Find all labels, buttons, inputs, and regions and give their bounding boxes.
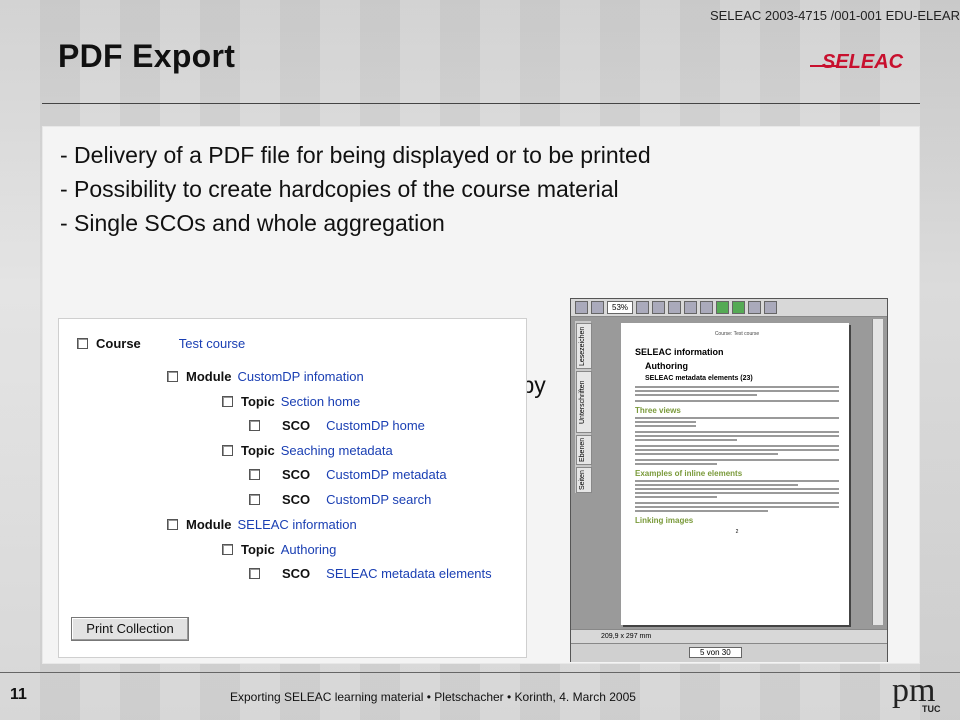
tree-row[interactable]: SCO SELEAC metadata elements xyxy=(249,564,492,582)
tree-item-link[interactable]: CustomDP metadata xyxy=(326,467,446,482)
next-page-icon[interactable] xyxy=(684,301,698,314)
page-running-head: Course: Test course xyxy=(714,331,760,337)
continuous-icon[interactable] xyxy=(764,301,778,314)
tree-item-link[interactable]: Authoring xyxy=(281,542,337,557)
checkbox[interactable] xyxy=(167,518,178,530)
bullet-item: - Delivery of a PDF file for being displ… xyxy=(60,142,651,168)
tree-row[interactable]: Topic Seaching metadata xyxy=(222,441,393,459)
checkbox[interactable] xyxy=(249,567,260,579)
footer-text: Exporting SELEAC learning material • Ple… xyxy=(230,690,636,704)
tree-row[interactable]: SCO CustomDP metadata xyxy=(249,465,447,483)
tree-item-link[interactable]: CustomDP home xyxy=(326,418,425,433)
tree-item-link[interactable]: Seaching metadata xyxy=(281,443,393,458)
page-text-lines xyxy=(635,417,839,465)
tree-kind: SCO xyxy=(282,466,311,482)
tree-kind: Module xyxy=(186,516,232,532)
tree-item-link[interactable]: CustomDP infomation xyxy=(238,369,364,384)
slide-number: 11 xyxy=(10,686,27,703)
page-section-heading: Examples of inline elements xyxy=(635,469,743,478)
tree-row[interactable]: Topic Section home xyxy=(222,392,360,410)
checkbox[interactable] xyxy=(249,493,260,505)
vertical-scrollbar[interactable] xyxy=(872,319,883,625)
checkbox[interactable] xyxy=(222,444,233,456)
tree-item-link[interactable]: CustomDP search xyxy=(326,492,431,507)
tree-kind: Topic xyxy=(241,393,275,409)
pdf-status-bar: 209,9 x 297 mm xyxy=(571,629,887,644)
page-number: 2 xyxy=(735,529,739,535)
single-page-icon[interactable] xyxy=(748,301,762,314)
checkbox[interactable] xyxy=(222,543,233,555)
tab-bookmarks[interactable]: Lesezeichen xyxy=(576,323,592,369)
tree-kind: Module xyxy=(186,368,232,384)
page-size: 209,9 x 297 mm xyxy=(601,633,652,640)
tree-row[interactable]: Course Test course xyxy=(77,334,245,352)
back-icon[interactable] xyxy=(716,301,730,314)
slide-title: PDF Export xyxy=(58,38,236,74)
zoom-in-icon[interactable] xyxy=(591,301,604,314)
tree-row[interactable]: Module CustomDP infomation xyxy=(167,367,364,385)
zoom-level[interactable]: 53% xyxy=(607,301,634,314)
tree-kind: SCO xyxy=(282,565,311,581)
page-text-lines xyxy=(635,386,839,402)
zoom-out-icon[interactable] xyxy=(575,301,588,314)
pdf-navigation-bar: 5 von 30 xyxy=(571,643,887,662)
tree-item-link[interactable]: SELEAC metadata elements xyxy=(326,566,491,581)
tree-row[interactable]: SCO CustomDP search xyxy=(249,490,431,508)
pdf-page: Course: Test course SELEAC information A… xyxy=(621,323,849,625)
last-page-icon[interactable] xyxy=(700,301,714,314)
bullet-item: - Single SCOs and whole aggregation xyxy=(60,210,445,236)
checkbox[interactable] xyxy=(77,337,88,349)
document-reference: SELEAC 2003-4715 /001-001 EDU-ELEAR xyxy=(709,8,960,23)
tree-kind: Course xyxy=(96,335,141,351)
checkbox[interactable] xyxy=(249,419,260,431)
seleac-logo: SELEAC xyxy=(810,51,904,73)
page-counter[interactable]: 5 von 30 xyxy=(689,647,742,658)
checkbox[interactable] xyxy=(249,468,260,480)
tab-signatures[interactable]: Unterschriften xyxy=(576,371,592,433)
prev-page-icon[interactable] xyxy=(668,301,682,314)
tab-pages[interactable]: Seiten xyxy=(576,467,592,493)
bullet-list: - Delivery of a PDF file for being displ… xyxy=(60,138,820,240)
tab-layers[interactable]: Ebenen xyxy=(576,435,592,465)
tree-row[interactable]: Module SELEAC information xyxy=(167,515,357,533)
svg-text:SELEAC: SELEAC xyxy=(822,51,904,73)
tree-kind: SCO xyxy=(282,491,311,507)
tree-row[interactable]: Topic Authoring xyxy=(222,540,336,558)
page-section-heading: Linking images xyxy=(635,516,694,525)
bullet-item: - Possibility to create hardcopies of th… xyxy=(60,176,619,202)
page-heading: Authoring xyxy=(645,361,688,371)
forward-icon[interactable] xyxy=(732,301,746,314)
tree-row[interactable]: SCO CustomDP home xyxy=(249,416,425,434)
page-heading: SELEAC information xyxy=(635,347,724,357)
page-heading: SELEAC metadata elements (23) xyxy=(645,375,753,382)
logo-sub: TUC xyxy=(922,704,941,714)
print-collection-button[interactable]: Print Collection xyxy=(71,617,189,641)
tree-item-link[interactable]: Test course xyxy=(179,336,245,351)
footer-divider xyxy=(0,672,960,673)
page-text-lines xyxy=(635,480,839,512)
pdf-viewer: 53% Lesezeichen Unterschriften Ebenen Se… xyxy=(570,298,888,662)
tree-kind: Topic xyxy=(241,541,275,557)
first-page-icon[interactable] xyxy=(652,301,666,314)
tree-item-link[interactable]: SELEAC information xyxy=(238,517,357,532)
pm-tuc-logo: pm TUC xyxy=(886,672,952,718)
tree-item-link[interactable]: Section home xyxy=(281,394,361,409)
pdf-toolbar: 53% xyxy=(571,299,887,317)
header-divider xyxy=(42,103,920,104)
zoom-dropdown-icon[interactable] xyxy=(636,301,650,314)
checkbox[interactable] xyxy=(222,395,233,407)
tree-kind: SCO xyxy=(282,417,311,433)
course-tree-panel: Course Test course Module CustomDP infom… xyxy=(58,318,527,658)
tree-kind: Topic xyxy=(241,442,275,458)
page-section-heading: Three views xyxy=(635,406,681,415)
side-tabs: Lesezeichen Unterschriften Ebenen Seiten xyxy=(575,321,592,493)
checkbox[interactable] xyxy=(167,370,178,382)
